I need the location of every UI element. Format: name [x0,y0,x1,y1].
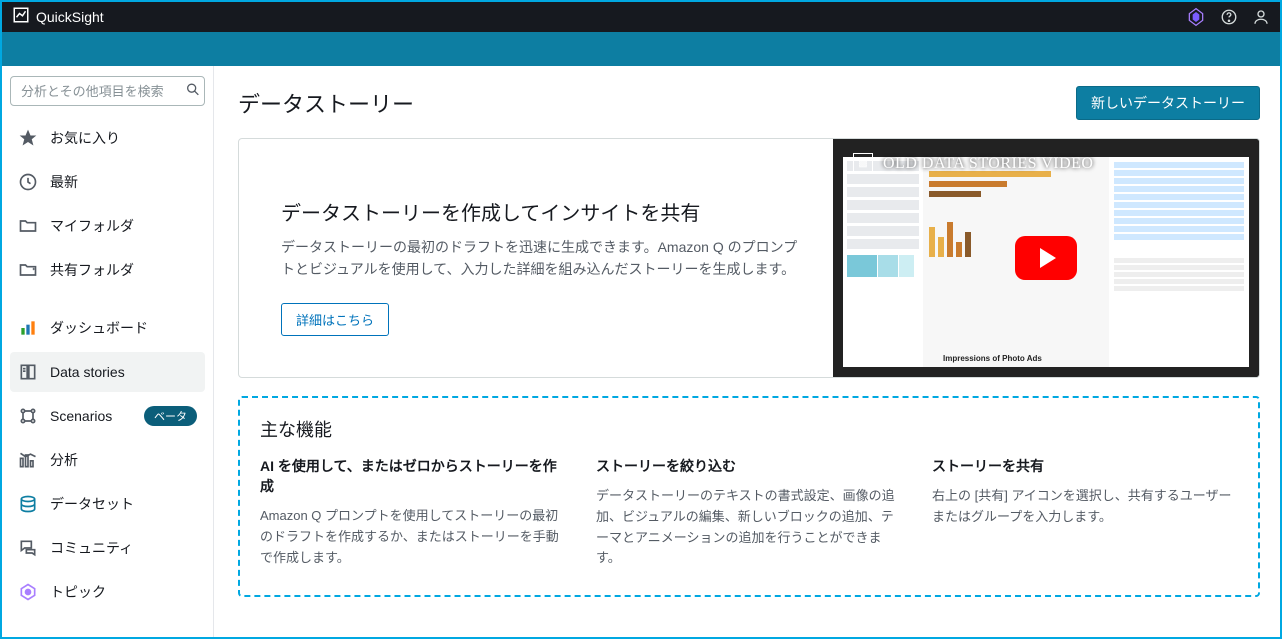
clock-icon [18,172,38,192]
sidebar-item-label: ダッシュボード [50,318,148,338]
new-data-story-button[interactable]: 新しいデータストーリー [1076,86,1260,120]
sidebar-item-dashboards[interactable]: ダッシュボード [10,308,205,348]
feature-col-create: AI を使用して、またはゼロからストーリーを作成 Amazon Q プロンプトを… [260,456,566,569]
sidebar-item-topics[interactable]: トピック [10,572,205,612]
q-gem-icon[interactable] [1186,7,1206,27]
hero-title: データストーリーを作成してインサイトを共有 [281,197,803,226]
page-title: データストーリー [238,87,414,119]
sidebar-item-favorites[interactable]: お気に入り [10,118,205,158]
video-thumbnail: ▩ OLD DATA STORIES VIDEO [833,139,1259,377]
ribbon-bar [2,32,1280,66]
search-icon [185,86,201,101]
features-title: 主な機能 [260,416,1238,442]
sidebar-item-analyses[interactable]: 分析 [10,440,205,480]
quicksight-logo-icon [12,6,30,29]
datasets-icon [18,494,38,514]
topbar-brand[interactable]: QuickSight [12,6,104,29]
topbar: QuickSight [2,2,1280,32]
app-name: QuickSight [36,9,104,25]
sidebar-item-label: マイフォルダ [50,216,134,236]
feature-heading: AI を使用して、またはゼロからストーリーを作成 [260,456,566,496]
hero-description: データストーリーの最初のドラフトを迅速に生成できます。Amazon Q のプロン… [281,236,801,281]
feature-text: 右上の [共有] アイコンを選択し、共有するユーザーまたはグループを入力します。 [932,486,1238,528]
hero-video[interactable]: ▩ OLD DATA STORIES VIDEO [833,139,1259,377]
star-icon [18,128,38,148]
main-content: データストーリー 新しいデータストーリー データストーリーを作成してインサイトを… [214,66,1280,637]
analyses-icon [18,450,38,470]
sidebar-item-label: データセット [50,494,134,514]
sidebar-item-shared-folder[interactable]: 共有フォルダ [10,250,205,290]
sidebar-item-data-stories[interactable]: Data stories [10,352,205,392]
features-card: 主な機能 AI を使用して、またはゼロからストーリーを作成 Amazon Q プ… [238,396,1260,597]
video-caption: Impressions of Photo Ads [943,354,1042,363]
sidebar-item-datasets[interactable]: データセット [10,484,205,524]
sidebar-item-label: コミュニティ [50,538,133,558]
feature-text: データストーリーのテキストの書式設定、画像の追加、ビジュアルの編集、新しいブロッ… [596,486,902,569]
help-icon[interactable] [1220,8,1238,26]
stories-icon [18,362,38,382]
scenarios-icon [18,406,38,426]
video-title-overlay: OLD DATA STORIES VIDEO [883,155,1093,173]
search-button[interactable] [185,82,201,101]
feature-heading: ストーリーを共有 [932,456,1238,476]
sidebar-item-label: 最新 [50,172,78,192]
video-qs-icon: ▩ [853,153,873,173]
dashboard-icon [18,318,38,338]
sidebar-item-my-folder[interactable]: マイフォルダ [10,206,205,246]
hero-card: データストーリーを作成してインサイトを共有 データストーリーの最初のドラフトを迅… [238,138,1260,378]
sidebar-item-community[interactable]: コミュニティ [10,528,205,568]
play-button-icon[interactable] [1015,236,1077,280]
feature-text: Amazon Q プロンプトを使用してストーリーの最初のドラフトを作成するか、ま… [260,506,566,568]
sidebar-item-label: トピック [50,582,106,602]
learn-more-button[interactable]: 詳細はこちら [281,303,389,336]
sidebar-item-label: Data stories [50,364,125,380]
sidebar-item-label: Scenarios [50,408,112,424]
sidebar-item-label: 共有フォルダ [50,260,134,280]
feature-col-refine: ストーリーを絞り込む データストーリーのテキストの書式設定、画像の追加、ビジュア… [596,456,902,569]
folder-icon [18,216,38,236]
sidebar-item-label: 分析 [50,450,78,470]
beta-badge: ベータ [144,406,197,426]
community-icon [18,538,38,558]
feature-col-share: ストーリーを共有 右上の [共有] アイコンを選択し、共有するユーザーまたはグル… [932,456,1238,569]
topics-icon [18,582,38,602]
search-wrap [10,76,205,106]
sidebar-item-label: お気に入り [50,128,120,148]
search-input[interactable] [10,76,205,106]
sidebar: お気に入り 最新 マイフォルダ 共有フォルダ ダッシュボード Data stor… [2,66,214,637]
sidebar-item-scenarios[interactable]: Scenarios ベータ [10,396,205,436]
sidebar-item-recent[interactable]: 最新 [10,162,205,202]
feature-heading: ストーリーを絞り込む [596,456,902,476]
user-icon[interactable] [1252,8,1270,26]
shared-folder-icon [18,260,38,280]
